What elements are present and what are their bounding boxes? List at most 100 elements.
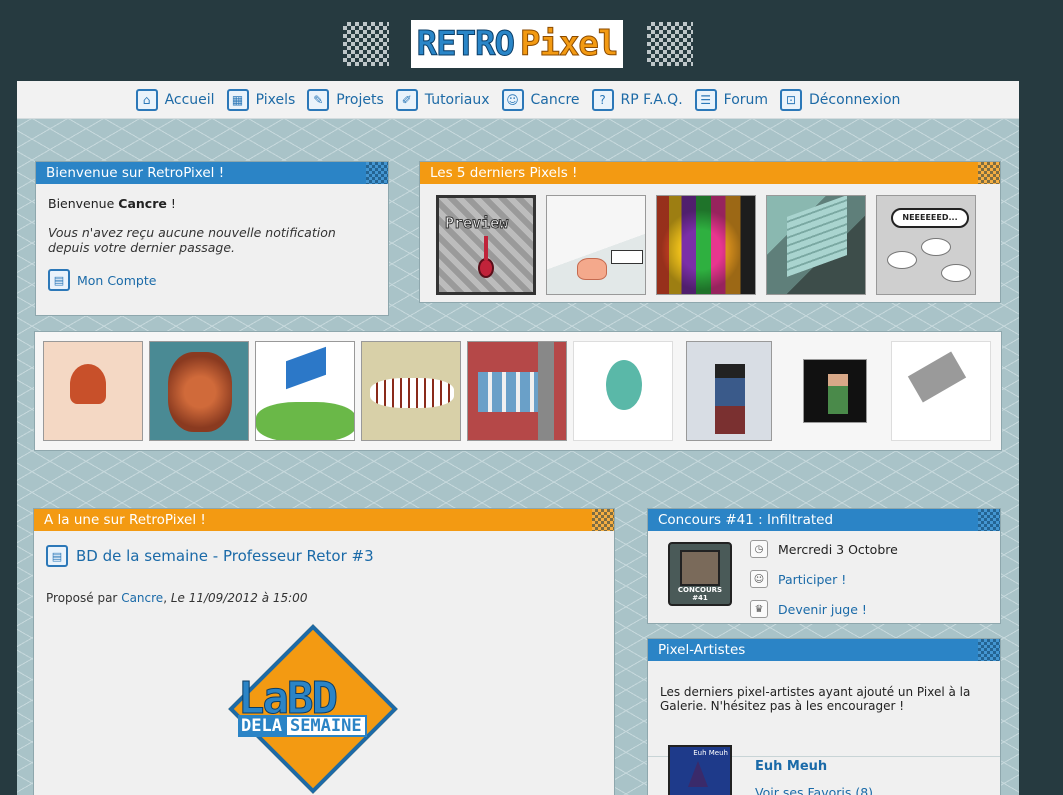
judge-link[interactable]: Devenir juge ! [778, 602, 867, 617]
nav-cancre[interactable]: ☺ Cancre [496, 88, 586, 111]
artists-description: Les derniers pixel-artistes ayant ajouté… [648, 661, 1000, 757]
featured-title-text: A la une sur RetroPixel ! [44, 512, 206, 528]
nav-projets[interactable]: ✎ Projets [301, 88, 390, 111]
octopus-sprite [168, 352, 232, 432]
ship-sprite [907, 351, 967, 403]
dino-sprite [606, 360, 642, 410]
gallery-thumb-1[interactable] [43, 341, 143, 441]
sheep-bubble: NEEEEEED... [891, 208, 969, 228]
preview-label: Preview [444, 214, 509, 233]
contest-panel: Concours #41 : Infiltrated CONCOURS #41 … [647, 508, 1001, 624]
sheep-sprite [921, 238, 951, 256]
nav-label: Déconnexion [809, 91, 901, 108]
logo-checker-left [343, 22, 389, 66]
contest-image[interactable]: CONCOURS #41 [668, 542, 732, 606]
sheep-sprite [887, 251, 917, 269]
figure-sprite [70, 364, 106, 404]
logo-retro: RETRO [416, 24, 515, 65]
gallery-thumb-6[interactable] [573, 341, 673, 441]
article-date: Le 11/09/2012 à 15:00 [170, 591, 308, 605]
proposed-by: Proposé par [46, 591, 118, 605]
welcome-greeting: Bienvenue Cancre ! [48, 196, 376, 211]
gallery-thumb-9[interactable] [891, 341, 991, 441]
chat-icon: ☰ [694, 88, 717, 111]
pixel-thumb-5[interactable]: NEEEEEED... [876, 195, 976, 295]
user-icon: ☺ [501, 88, 524, 111]
latest-pixels-title-text: Les 5 derniers Pixels ! [430, 165, 578, 181]
nav-forum[interactable]: ☰ Forum [689, 88, 774, 111]
potion-neck [484, 236, 488, 260]
artist-avatar[interactable]: Euh Meuh [668, 745, 732, 795]
pixel-thumb-2[interactable] [546, 195, 646, 295]
participant-icon: ☺ [750, 570, 768, 588]
greeting-suffix: ! [170, 196, 176, 211]
article-meta: Proposé par Cancre, Le 11/09/2012 à 15:0… [46, 591, 602, 605]
gallery-thumb-3[interactable] [255, 341, 355, 441]
pixel-thumb-4[interactable] [766, 195, 866, 295]
title-corner [592, 509, 614, 531]
nav-pixels[interactable]: ▦ Pixels [221, 88, 302, 111]
robot-sprite [715, 364, 745, 434]
account-link[interactable]: ▤ Mon Compte [48, 269, 376, 291]
welcome-title-text: Bienvenue sur RetroPixel ! [46, 165, 225, 181]
gallery-thumb-5[interactable] [467, 341, 567, 441]
pixels-icon: ▦ [226, 88, 249, 111]
logo-text-box: RETRO Pixel [411, 20, 623, 68]
sheep-sprite [941, 264, 971, 282]
article-title[interactable]: BD de la semaine - Professeur Retor #3 [76, 547, 374, 565]
site-logo[interactable]: RETRO Pixel [343, 20, 693, 68]
question-icon: ? [591, 88, 614, 111]
nav-faq[interactable]: ? RP F.A.Q. [586, 88, 689, 111]
logo-checker-right [647, 22, 693, 66]
creature-sprite [577, 258, 607, 280]
gallery-thumb-4[interactable] [361, 341, 461, 441]
artist-favorites-link[interactable]: Voir ses Favoris (8) [755, 785, 873, 795]
article-heading[interactable]: ▤ BD de la semaine - Professeur Retor #3 [46, 545, 602, 567]
pixel-thumb-preview[interactable]: Preview [436, 195, 536, 295]
tutorial-icon: ✐ [395, 88, 418, 111]
latest-pixels-panel: Les 5 derniers Pixels ! Preview NEEEEEED… [419, 161, 1001, 303]
nav-label: Projets [336, 91, 384, 108]
contest-title-text: Concours #41 : Infiltrated [658, 512, 834, 528]
gallery-thumb-2[interactable] [149, 341, 249, 441]
logo-pixel: Pixel [519, 24, 618, 65]
lock-icon: ⊡ [780, 88, 803, 111]
gallery-thumb-7[interactable] [686, 341, 772, 441]
crown-icon: ♛ [750, 600, 768, 618]
nav-deconnexion[interactable]: ⊡ Déconnexion [774, 88, 906, 111]
speech-bubble [611, 250, 643, 264]
notification-text: Vous n'avez reçu aucune nouvelle notific… [48, 225, 336, 255]
greeting-username: Cancre [118, 196, 167, 211]
teeth-sprite [370, 378, 454, 408]
building-sprite [478, 372, 538, 412]
author-link[interactable]: Cancre [121, 591, 163, 605]
title-corner [978, 639, 1000, 661]
title-corner [978, 162, 1000, 184]
account-link-label[interactable]: Mon Compte [77, 273, 156, 288]
contest-date: Mercredi 3 Octobre [778, 541, 898, 557]
nav-label: Forum [723, 91, 769, 108]
article-icon: ▤ [46, 545, 68, 567]
nav-label: Cancre [530, 91, 580, 108]
contest-judge-row[interactable]: ♛ Devenir juge ! [750, 600, 867, 618]
home-icon: ⌂ [135, 88, 158, 111]
account-icon: ▤ [48, 269, 70, 291]
nav-accueil[interactable]: ⌂ Accueil [130, 88, 221, 111]
pixel-thumb-3[interactable] [656, 195, 756, 295]
main-nav: ⌂ Accueil ▦ Pixels ✎ Projets ✐ Tutoriaux ☺ Ca… [17, 81, 1019, 119]
wizard-hat [688, 761, 708, 787]
greeting-prefix: Bienvenue [48, 196, 115, 211]
artists-title: Pixel-Artistes [648, 639, 1000, 661]
artists-panel: Pixel-Artistes Les derniers pixel-artist… [647, 638, 1001, 795]
artist-name[interactable]: Euh Meuh [755, 759, 827, 774]
block-sprite [286, 346, 326, 390]
contest-title: Concours #41 : Infiltrated [648, 509, 1000, 531]
avatar-label: Euh Meuh [693, 749, 728, 757]
title-corner [978, 509, 1000, 531]
potion-icon [478, 258, 494, 278]
contest-participate-row[interactable]: ☺ Participer ! [750, 570, 846, 588]
nav-tutoriaux[interactable]: ✐ Tutoriaux [390, 88, 496, 111]
participate-link[interactable]: Participer ! [778, 572, 846, 587]
gallery-thumb-8[interactable] [803, 359, 867, 423]
featured-panel: A la une sur RetroPixel ! ▤ BD de la sem… [33, 508, 615, 795]
